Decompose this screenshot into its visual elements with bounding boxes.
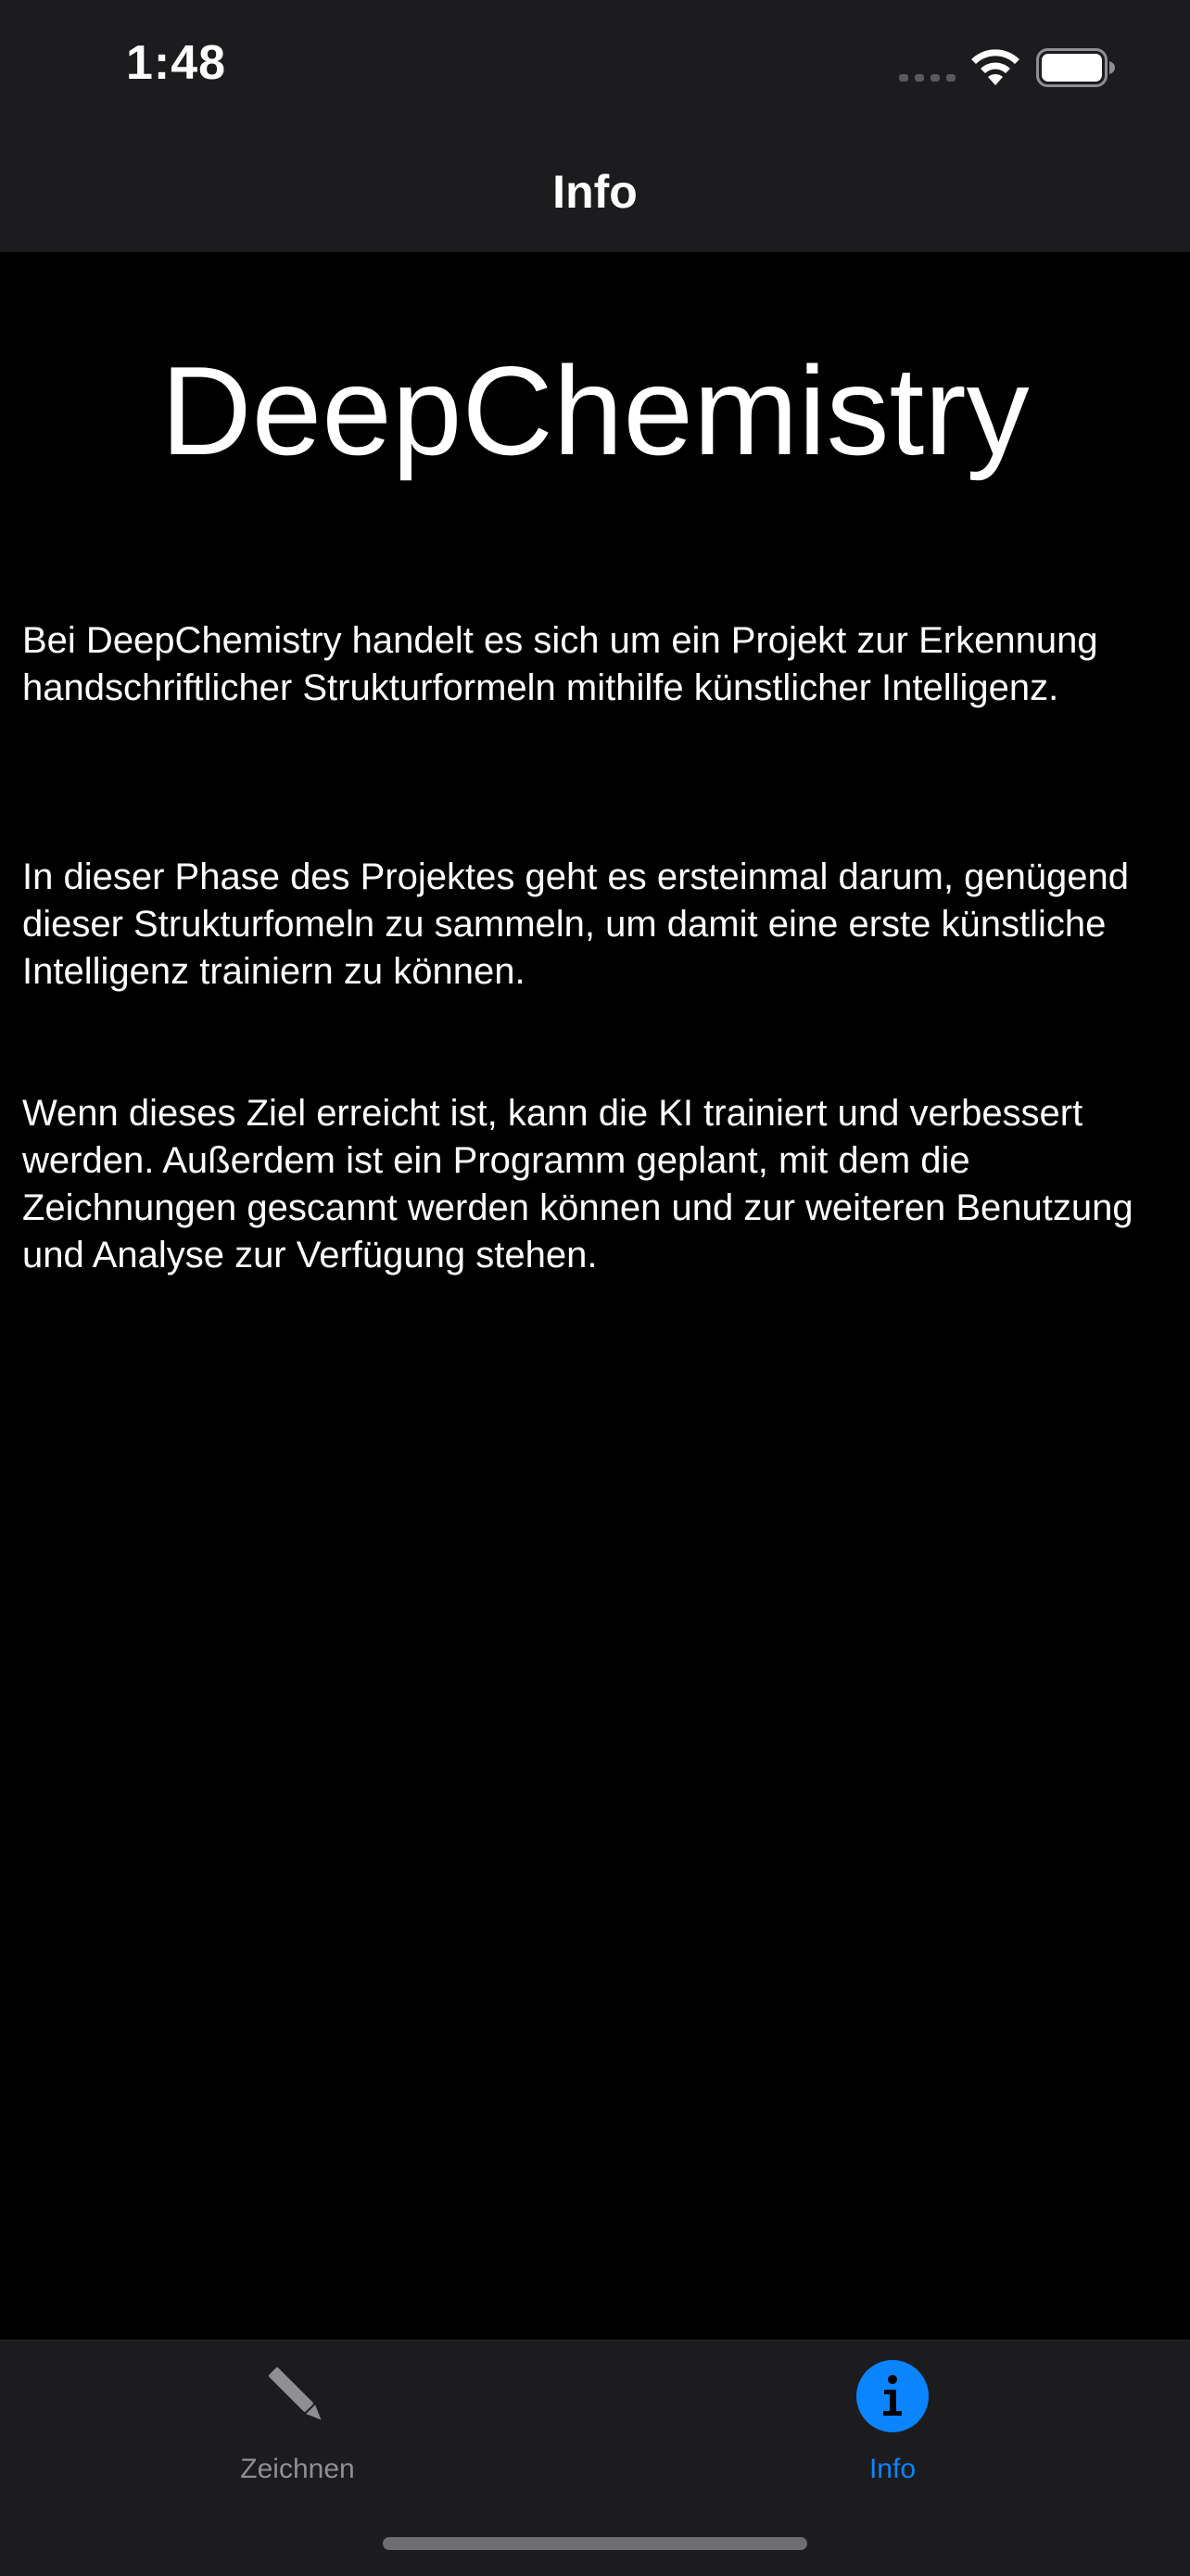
status-time: 1:48 [126, 36, 227, 90]
info-paragraph-2: In dieser Phase des Projektes geht es er… [22, 857, 1130, 992]
info-paragraph-3: Wenn dieses Ziel erreicht ist, kann die … [22, 1093, 1133, 1275]
tab-bar: Zeichnen Info [0, 2340, 1190, 2576]
cellular-signal-icon [899, 74, 956, 82]
tab-label-zeichnen: Zeichnen [240, 2454, 355, 2484]
tab-zeichnen[interactable]: Zeichnen [0, 2341, 595, 2489]
tab-info[interactable]: Info [595, 2341, 1190, 2489]
top-chrome: 1:48 Info [0, 0, 1190, 252]
info-circle-icon [856, 2360, 929, 2432]
info-paragraph-1: Bei DeepChemistry handelt es sich um ein… [22, 620, 1098, 708]
app-title: DeepChemistry [160, 340, 1030, 481]
wifi-icon [971, 49, 1019, 85]
home-indicator[interactable] [383, 2537, 807, 2550]
tab-label-info: Info [868, 2454, 917, 2484]
battery-icon [1036, 48, 1115, 87]
nav-title: Info [552, 166, 638, 218]
pencil-icon [269, 2367, 322, 2420]
